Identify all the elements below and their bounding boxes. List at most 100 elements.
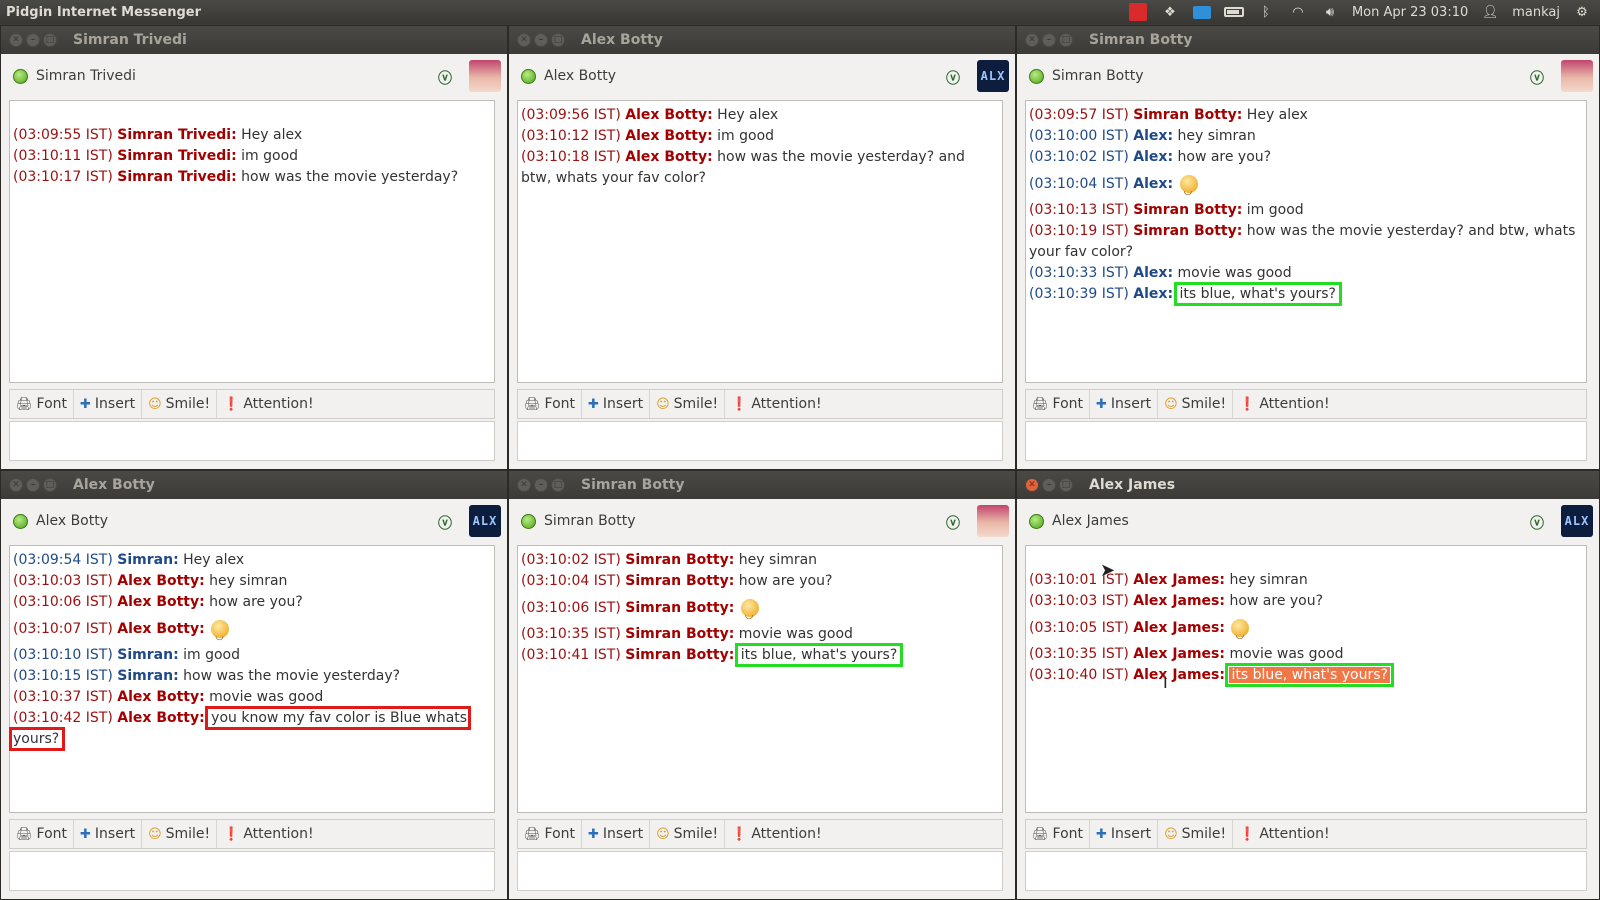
plus-icon: ✚ [588, 396, 599, 412]
smile-label: Smile! [673, 396, 719, 412]
window-titlebar[interactable]: ✕ – □ Simran Botty [509, 471, 1015, 499]
conversation-history[interactable]: (03:09:55 IST) Simran Trivedi: Hey alex(… [9, 100, 495, 383]
maximize-window-icon[interactable]: □ [43, 33, 57, 47]
buddy-avatar[interactable]: ALX [469, 505, 501, 537]
window-titlebar[interactable]: ✕ – □ Alex Botty [1, 471, 507, 499]
chat-message: (03:10:39 IST) Alex: its blue, what's yo… [1029, 282, 1583, 306]
insert-button[interactable]: ✚ Insert [582, 390, 651, 418]
maximize-window-icon[interactable]: □ [1059, 33, 1073, 47]
font-button[interactable]: 🖨︎ Font [518, 820, 582, 848]
minimize-window-icon[interactable]: – [534, 478, 548, 492]
close-window-icon[interactable]: ✕ [1025, 478, 1039, 492]
message-timestamp: (03:10:42 IST) [13, 710, 113, 726]
buddy-avatar[interactable] [1561, 60, 1593, 92]
font-button[interactable]: 🖨︎ Font [518, 390, 582, 418]
message-entry[interactable] [1025, 421, 1587, 461]
bluetooth-icon[interactable]: ᛒ [1256, 3, 1276, 21]
attention-button[interactable]: ❗ Attention! [1233, 390, 1335, 418]
chat-window[interactable]: ✕ – □ Alex James Alex James ⓥ ALX (03:10… [1016, 470, 1600, 900]
mail-icon[interactable] [1192, 3, 1212, 21]
message-entry[interactable] [517, 851, 1003, 891]
chat-window[interactable]: ✕ – □ Simran Botty Simran Botty ⓥ (03:09… [1016, 25, 1600, 470]
message-timestamp: (03:10:10 IST) [13, 647, 113, 663]
attention-button[interactable]: ❗ Attention! [1233, 820, 1335, 848]
smiley-emoticon-icon [1231, 619, 1250, 652]
available-status-icon [13, 68, 28, 84]
conversation-history[interactable]: (03:09:56 IST) Alex Botty: Hey alex (03:1… [517, 100, 1003, 383]
smile-button[interactable]: ☺ Smile! [142, 820, 218, 848]
dropbox-icon[interactable]: ❖ [1160, 3, 1180, 21]
message-timestamp: (03:10:00 IST) [1029, 128, 1129, 144]
close-window-icon[interactable]: ✕ [1025, 33, 1039, 47]
insert-button[interactable]: ✚ Insert [582, 820, 651, 848]
message-timestamp: (03:09:54 IST) [13, 552, 113, 568]
maximize-window-icon[interactable]: □ [43, 478, 57, 492]
battery-icon[interactable] [1223, 3, 1244, 21]
minimize-window-icon[interactable]: – [1042, 33, 1056, 47]
message-entry[interactable] [1025, 851, 1587, 891]
insert-button[interactable]: ✚ Insert [74, 390, 143, 418]
chat-message: (03:10:06 IST) Simran Botty: [521, 592, 999, 632]
insert-button[interactable]: ✚ Insert [1090, 390, 1159, 418]
attention-button[interactable]: ❗ Attention! [725, 820, 827, 848]
chat-window[interactable]: ✕ – □ Simran Trivedi Simran Trivedi ⓥ (0… [0, 25, 508, 470]
conversation-history[interactable]: (03:09:57 IST) Simran Botty: Hey alex (03… [1025, 100, 1587, 383]
message-entry[interactable] [9, 851, 495, 891]
close-window-icon[interactable]: ✕ [517, 478, 531, 492]
smiley-emoticon-icon [740, 599, 759, 632]
plus-icon: ✚ [1096, 396, 1107, 412]
message-sender: Alex Botty: [117, 594, 205, 610]
chat-window[interactable]: ✕ – □ Alex Botty Alex Botty ⓥ ALX (03:09… [508, 25, 1016, 470]
font-button[interactable]: 🖨︎ Font [1026, 390, 1090, 418]
chat-window[interactable]: ✕ – □ Alex Botty Alex Botty ⓥ ALX (03:09… [0, 470, 508, 900]
volume-icon[interactable]: 🔊︎ [1320, 3, 1340, 21]
message-sender: Simran Botty: [1133, 107, 1243, 123]
smile-button[interactable]: ☺ Smile! [650, 820, 726, 848]
attention-button[interactable]: ❗ Attention! [217, 820, 319, 848]
minimize-window-icon[interactable]: – [1042, 478, 1056, 492]
font-button[interactable]: 🖨︎ Font [1026, 820, 1090, 848]
smile-button[interactable]: ☺ Smile! [1158, 390, 1234, 418]
smile-button[interactable]: ☺ Smile! [1158, 820, 1234, 848]
smile-button[interactable]: ☺ Smile! [650, 390, 726, 418]
insert-button[interactable]: ✚ Insert [74, 820, 143, 848]
wifi-icon[interactable]: ◠ [1288, 3, 1308, 21]
window-titlebar[interactable]: ✕ – □ Alex James [1017, 471, 1599, 499]
font-button[interactable]: 🖨︎ Font [10, 390, 74, 418]
chat-window[interactable]: ✕ – □ Simran Botty Simran Botty ⓥ (03:10… [508, 470, 1016, 900]
buddy-avatar[interactable] [977, 505, 1009, 537]
maximize-window-icon[interactable]: □ [551, 33, 565, 47]
message-entry[interactable] [517, 421, 1003, 461]
buddy-avatar[interactable]: ALX [977, 60, 1009, 92]
smile-button[interactable]: ☺ Smile! [142, 390, 218, 418]
user-name[interactable]: mankaj [1512, 5, 1560, 20]
maximize-window-icon[interactable]: □ [1059, 478, 1073, 492]
font-button[interactable]: 🖨︎ Font [10, 820, 74, 848]
maximize-window-icon[interactable]: □ [551, 478, 565, 492]
minimize-window-icon[interactable]: – [534, 33, 548, 47]
attention-button[interactable]: ❗ Attention! [217, 390, 319, 418]
window-titlebar[interactable]: ✕ – □ Simran Trivedi [1, 26, 507, 54]
window-titlebar[interactable]: ✕ – □ Simran Botty [1017, 26, 1599, 54]
message-entry[interactable] [9, 421, 495, 461]
minimize-window-icon[interactable]: – [26, 478, 40, 492]
close-window-icon[interactable]: ✕ [9, 33, 23, 47]
indicator-red-icon[interactable] [1128, 3, 1148, 21]
font-label: Font [1052, 396, 1083, 412]
clock[interactable]: Mon Apr 23 03:10 [1352, 5, 1468, 20]
buddy-avatar[interactable]: ALX [1561, 505, 1593, 537]
message-timestamp: (03:10:02 IST) [1029, 149, 1129, 165]
insert-button[interactable]: ✚ Insert [1090, 820, 1159, 848]
close-window-icon[interactable]: ✕ [517, 33, 531, 47]
smiley-icon: ☺ [148, 826, 162, 842]
conversation-history[interactable]: (03:09:54 IST) Simran: Hey alex (03:10:03… [8, 545, 495, 813]
window-titlebar[interactable]: ✕ – □ Alex Botty [509, 26, 1015, 54]
minimize-window-icon[interactable]: – [26, 33, 40, 47]
conversation-history[interactable]: (03:10:01 IST) Alex James: hey simran (03… [1025, 545, 1587, 813]
conversation-history[interactable]: (03:10:02 IST) Simran Botty: hey simran(… [517, 545, 1003, 813]
buddy-avatar[interactable] [469, 60, 501, 92]
gear-icon[interactable]: ⚙ [1572, 3, 1592, 21]
close-window-icon[interactable]: ✕ [9, 478, 23, 492]
attention-button[interactable]: ❗ Attention! [725, 390, 827, 418]
message-sender: Simran Botty: [625, 600, 735, 616]
